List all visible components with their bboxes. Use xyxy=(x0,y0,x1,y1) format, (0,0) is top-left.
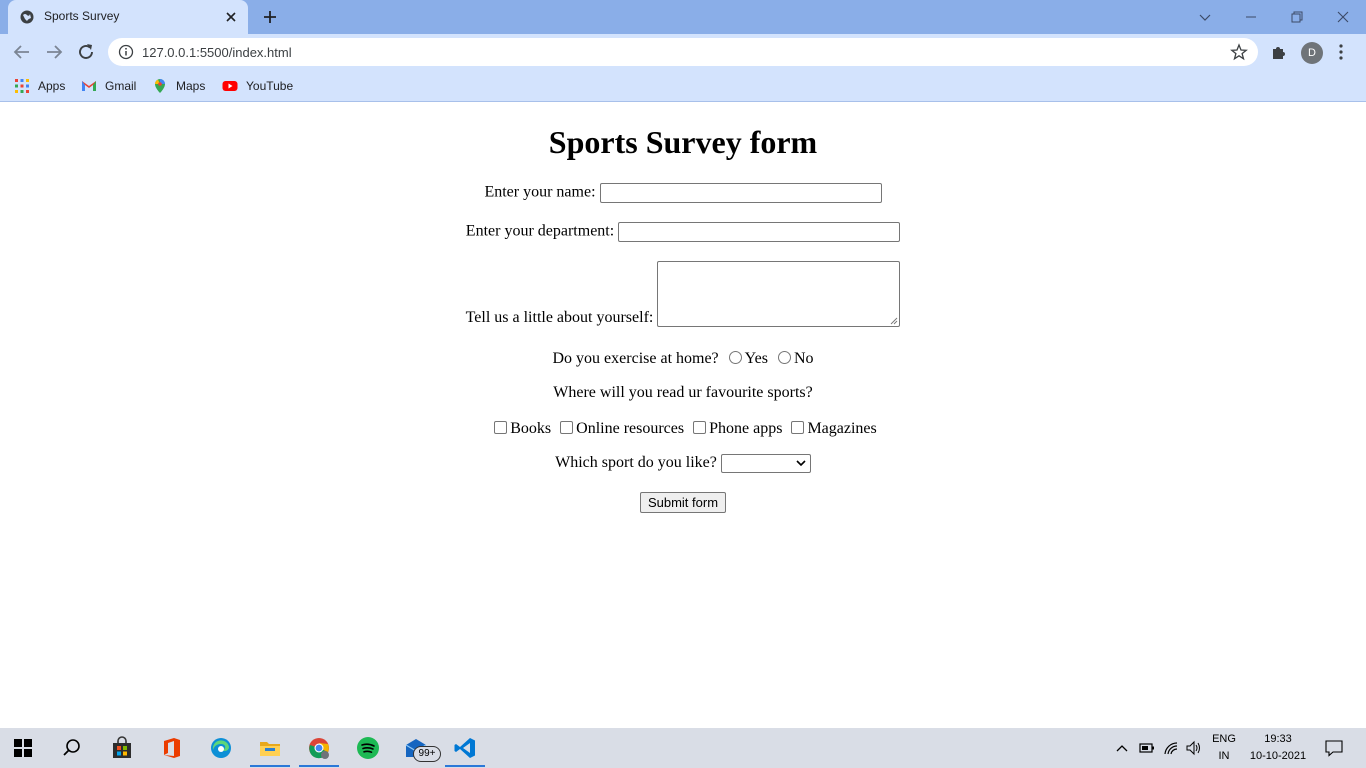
chevron-up-icon[interactable] xyxy=(1114,740,1130,756)
language-indicator[interactable]: ENG xyxy=(1208,733,1240,745)
chevron-down-icon xyxy=(796,460,806,467)
clock-date[interactable]: 10-10-2021 xyxy=(1246,750,1310,762)
submit-row: Submit form xyxy=(0,492,1366,513)
bookmark-apps[interactable]: Apps xyxy=(14,77,65,95)
phone-apps-checkbox[interactable] xyxy=(693,421,707,434)
tab-title: Sports Survey xyxy=(44,9,120,23)
restore-icon[interactable] xyxy=(1286,6,1308,28)
exercise-no-label[interactable]: No xyxy=(794,350,814,367)
windows-start-icon[interactable] xyxy=(12,737,34,759)
puzzle-icon[interactable] xyxy=(1270,43,1288,61)
about-textarea[interactable] xyxy=(657,261,901,327)
file-explorer-icon[interactable] xyxy=(258,736,282,760)
forward-icon[interactable] xyxy=(42,40,66,64)
office-icon[interactable] xyxy=(160,736,184,760)
name-row: Enter your name: xyxy=(0,183,1366,203)
store-icon[interactable] xyxy=(110,736,134,760)
volume-icon[interactable] xyxy=(1186,740,1202,756)
maps-icon xyxy=(155,79,165,93)
page-content: Sports Survey form Enter your name: Ente… xyxy=(0,103,1366,728)
department-label: Enter your department: xyxy=(465,222,615,240)
exercise-no-radio[interactable] xyxy=(777,351,791,364)
survey-heading-row: Sports Survey form xyxy=(0,124,1366,161)
books-label[interactable]: Books xyxy=(510,420,551,437)
notification-icon[interactable] xyxy=(1325,739,1343,757)
youtube-icon xyxy=(222,81,238,91)
region-indicator[interactable]: IN xyxy=(1208,750,1240,762)
info-icon[interactable] xyxy=(118,44,134,60)
phone-apps-label[interactable]: Phone apps xyxy=(709,420,782,437)
active-app-indicator xyxy=(299,765,339,767)
apps-grid-icon xyxy=(15,79,29,93)
read-question-row: Where will you read ur favourite sports? xyxy=(0,384,1366,402)
bookmark-label: Gmail xyxy=(105,79,137,93)
bookmark-maps[interactable]: Maps xyxy=(152,77,205,95)
books-checkbox[interactable] xyxy=(494,421,508,434)
online-resources-label[interactable]: Online resources xyxy=(576,420,684,437)
page-title: Sports Survey form xyxy=(548,124,818,160)
bookmarks-bar: Apps Gmail Maps YouTube xyxy=(0,70,1366,102)
battery-icon[interactable] xyxy=(1139,740,1155,756)
plus-icon[interactable] xyxy=(260,7,280,27)
search-icon[interactable] xyxy=(60,736,84,760)
globe-icon xyxy=(20,10,34,24)
bookmark-youtube[interactable]: YouTube xyxy=(222,77,293,95)
minimize-icon[interactable] xyxy=(1240,6,1262,28)
reload-icon[interactable] xyxy=(74,40,98,64)
name-input[interactable] xyxy=(599,183,882,203)
bookmark-label: YouTube xyxy=(246,79,294,93)
exercise-row: Do you exercise at home? Yes No xyxy=(0,350,1366,368)
magazines-label[interactable]: Magazines xyxy=(807,420,876,437)
vscode-icon[interactable] xyxy=(453,736,477,760)
tab-sports-survey[interactable]: Sports Survey xyxy=(8,0,248,34)
about-row: Tell us a little about yourself: xyxy=(0,261,1366,327)
read-options-row: Books Online resources Phone apps Magazi… xyxy=(0,420,1366,438)
bookmark-label: Maps xyxy=(176,79,206,93)
read-question: Where will you read ur favourite sports? xyxy=(553,384,813,401)
sport-select[interactable] xyxy=(720,454,811,473)
close-window-icon[interactable] xyxy=(1332,6,1354,28)
resize-grip-icon[interactable] xyxy=(890,317,898,325)
spotify-icon[interactable] xyxy=(356,736,380,760)
mail-badge: 99+ xyxy=(413,746,441,762)
avatar[interactable]: D xyxy=(1301,42,1323,64)
department-row: Enter your department: xyxy=(0,222,1366,242)
chrome-icon[interactable] xyxy=(307,736,331,760)
exercise-question: Do you exercise at home? xyxy=(552,350,719,367)
department-input[interactable] xyxy=(618,222,901,242)
close-icon[interactable] xyxy=(222,8,240,26)
name-label: Enter your name: xyxy=(484,183,596,201)
browser-toolbar: 127.0.0.1:5500/index.html D xyxy=(0,34,1366,70)
address-bar[interactable]: 127.0.0.1:5500/index.html xyxy=(108,38,1258,66)
submit-button[interactable]: Submit form xyxy=(639,492,727,513)
magazines-checkbox[interactable] xyxy=(791,421,805,434)
url-text[interactable]: 127.0.0.1:5500/index.html xyxy=(142,45,292,60)
windows-taskbar: 99+ ENG IN 19:33 10-10-2021 xyxy=(0,728,1366,768)
exercise-yes-label[interactable]: Yes xyxy=(745,350,768,367)
edge-icon[interactable] xyxy=(209,736,233,760)
online-resources-checkbox[interactable] xyxy=(560,421,574,434)
gmail-icon xyxy=(82,81,96,91)
kebab-menu-icon[interactable] xyxy=(1334,42,1348,62)
bookmark-label: Apps xyxy=(38,79,66,93)
wifi-icon[interactable] xyxy=(1163,740,1179,756)
sport-question: Which sport do you like? xyxy=(555,454,717,472)
sport-row: Which sport do you like? xyxy=(0,454,1366,473)
active-app-indicator xyxy=(250,765,290,767)
tab-strip: Sports Survey xyxy=(0,0,1366,34)
about-label: Tell us a little about yourself: xyxy=(465,309,654,326)
chevron-down-icon[interactable] xyxy=(1194,6,1216,28)
back-icon[interactable] xyxy=(10,40,34,64)
active-app-indicator xyxy=(445,765,485,767)
star-icon[interactable] xyxy=(1230,43,1248,61)
clock-time[interactable]: 19:33 xyxy=(1246,733,1310,745)
exercise-yes-radio[interactable] xyxy=(728,351,742,364)
bookmark-gmail[interactable]: Gmail xyxy=(81,77,136,95)
